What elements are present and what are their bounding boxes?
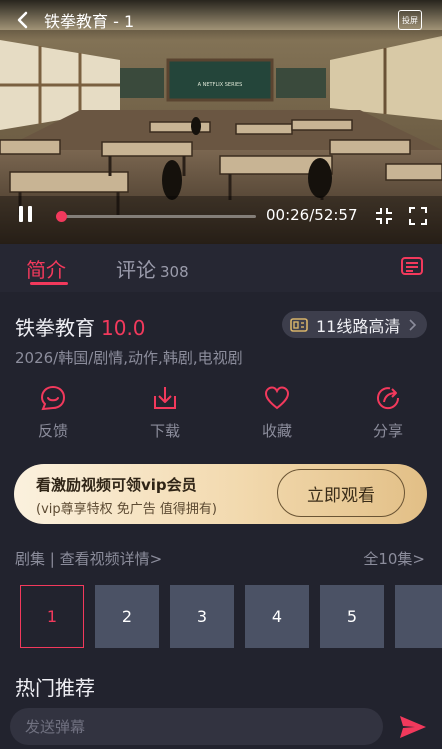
favorite-button[interactable]: 收藏 (237, 384, 317, 441)
chevron-right-icon (409, 318, 417, 331)
download-icon (154, 387, 176, 409)
vip-title: 看激励视频可领vip会员 (36, 476, 197, 494)
download-button[interactable]: 下载 (125, 384, 205, 441)
hot-recommend-heading: 热门推荐 (15, 676, 95, 700)
action-row: 反馈 下载 收藏 分享 (0, 384, 442, 448)
blackboard-text: A NETFLIX SERIES (198, 82, 243, 88)
cast-label: 投屏 (402, 15, 418, 25)
video-title: 铁拳教育 - 1 (44, 12, 135, 31)
download-label: 下载 (149, 422, 180, 440)
player-controls: 00:26/52:57 (0, 196, 442, 236)
share-label: 分享 (372, 422, 403, 440)
episode-item[interactable]: 1 (20, 585, 84, 648)
tab-comments-label: 评论 (116, 258, 156, 282)
episode-item[interactable]: 6 (395, 585, 442, 648)
episode-list: 1 2 3 4 5 6 (0, 585, 442, 649)
line-quality-button[interactable]: 11线路高清 (282, 311, 427, 338)
back-arrow-icon (17, 11, 28, 29)
fit-screen-icon (376, 208, 392, 224)
fullscreen-button[interactable] (406, 204, 430, 228)
fit-screen-button[interactable] (372, 204, 396, 228)
progress-track[interactable] (55, 211, 256, 222)
danmu-bar (0, 702, 442, 749)
tab-indicator (30, 282, 68, 285)
episode-item[interactable]: 4 (245, 585, 309, 648)
share-icon (377, 387, 400, 410)
detail-tabs: 简介 评论 308 (0, 244, 442, 292)
episode-item[interactable]: 5 (320, 585, 384, 648)
feedback-button[interactable]: 反馈 (13, 384, 93, 441)
danmu-list-icon[interactable] (400, 256, 424, 278)
watch-now-button[interactable]: 立即观看 (277, 469, 405, 517)
cast-button[interactable]: 投屏 (398, 10, 422, 30)
vip-subtitle: (vip尊享特权 免广告 值得拥有) (36, 502, 217, 517)
fullscreen-icon (409, 207, 427, 225)
send-icon[interactable] (398, 714, 428, 740)
player-top-bar: 铁拳教育 - 1 投屏 (0, 0, 442, 40)
favorite-label: 收藏 (261, 422, 292, 440)
feedback-label: 反馈 (37, 422, 68, 440)
feedback-icon (40, 385, 66, 411)
back-button[interactable] (0, 0, 44, 40)
share-button[interactable]: 分享 (348, 384, 428, 441)
comment-count: 308 (160, 263, 189, 281)
progress-thumb[interactable] (55, 211, 67, 222)
playback-time: 00:26/52:57 (266, 206, 358, 224)
vip-banner: 看激励视频可领vip会员 (vip尊享特权 免广告 值得拥有) 立即观看 (14, 464, 427, 524)
all-episodes-link[interactable]: 全10集> (363, 548, 425, 569)
episode-item[interactable]: 2 (95, 585, 159, 648)
show-score: 10.0 (101, 316, 146, 340)
video-player[interactable]: A NETFLIX SERIES 铁拳教育 - 1 投屏 00:26/52:57 (0, 0, 442, 244)
episodes-heading[interactable]: 剧集 | 查看视频详情> (15, 548, 162, 569)
danmu-input[interactable] (10, 708, 383, 745)
show-title: 铁拳教育 10.0 (15, 312, 146, 341)
pause-button[interactable] (0, 196, 50, 236)
tab-comments[interactable]: 评论 308 (116, 254, 189, 283)
show-meta: 2026/韩国/剧情,动作,韩剧,电视剧 (15, 349, 243, 367)
episode-item[interactable]: 3 (170, 585, 234, 648)
pause-icon (16, 206, 34, 226)
video-line-icon (290, 317, 308, 332)
tab-intro[interactable]: 简介 (26, 254, 66, 283)
show-name: 铁拳教育 (15, 316, 95, 340)
line-quality-label: 11线路高清 (316, 316, 401, 336)
heart-icon (264, 386, 290, 410)
